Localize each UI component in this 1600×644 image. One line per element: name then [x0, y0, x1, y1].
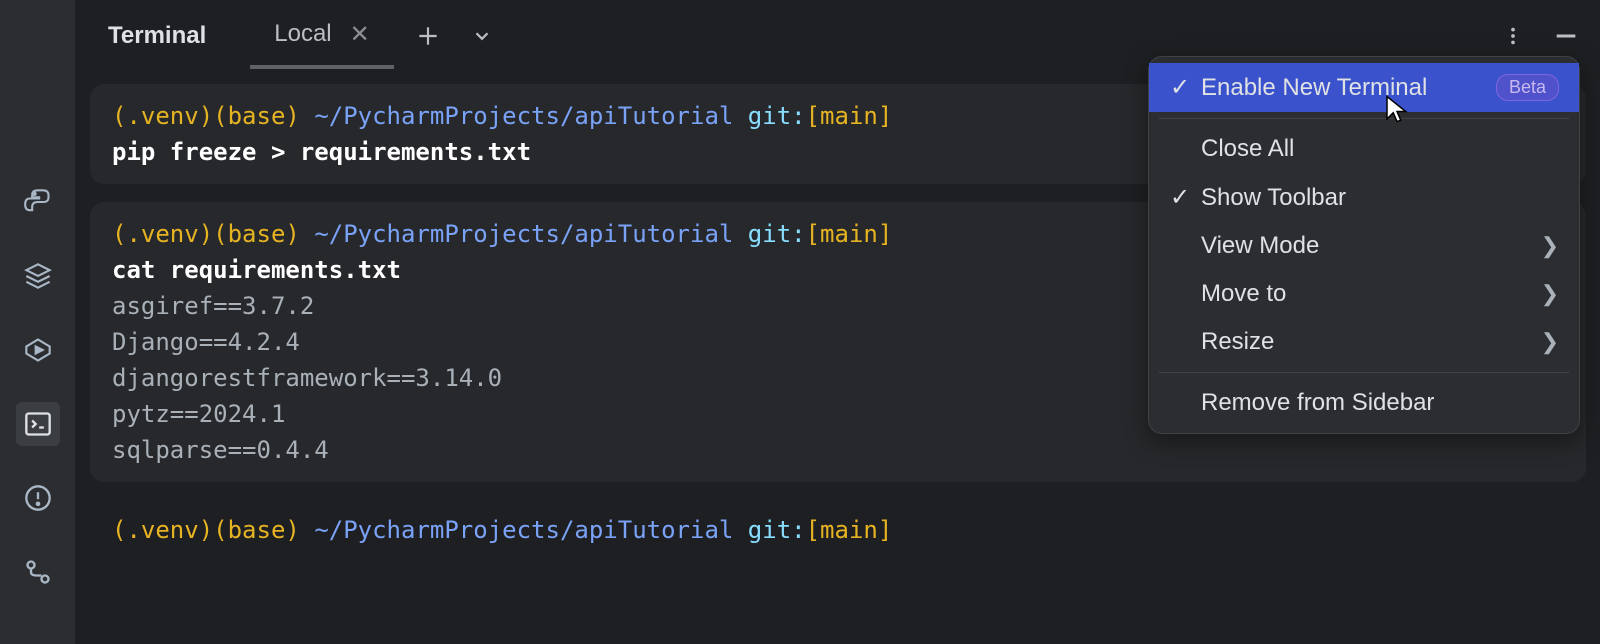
menu-show-toolbar[interactable]: ✓ Show Toolbar [1149, 173, 1579, 222]
terminal-tool-icon[interactable] [16, 402, 60, 446]
check-icon: ✓ [1163, 73, 1197, 102]
base-indicator: (base) [213, 516, 300, 544]
menu-label: Resize [1201, 328, 1537, 356]
menu-label: View Mode [1201, 232, 1537, 260]
chevron-down-icon[interactable] [464, 18, 500, 54]
menu-view-mode[interactable]: View Mode ❯ [1149, 222, 1579, 270]
menu-label: Remove from Sidebar [1201, 389, 1559, 417]
packages-icon[interactable] [16, 254, 60, 298]
base-indicator: (base) [213, 220, 300, 248]
active-prompt: (.venv)(base) ~/PycharmProjects/apiTutor… [90, 500, 1586, 548]
git-label: git: [748, 516, 806, 544]
check-icon: ✓ [1163, 183, 1197, 212]
menu-close-all[interactable]: Close All [1149, 125, 1579, 173]
chevron-right-icon: ❯ [1541, 233, 1559, 259]
more-options-icon[interactable] [1502, 25, 1524, 47]
cwd-path: ~/PycharmProjects/apiTutorial [314, 102, 733, 130]
new-tab-button[interactable] [410, 18, 446, 54]
venv-indicator: (.venv) [112, 102, 213, 130]
cwd-path: ~/PycharmProjects/apiTutorial [314, 220, 733, 248]
services-icon[interactable] [16, 328, 60, 372]
menu-remove-from-sidebar[interactable]: Remove from Sidebar [1149, 379, 1579, 427]
output-line: sqlparse==0.4.4 [112, 432, 1564, 468]
problems-icon[interactable] [16, 476, 60, 520]
minimize-icon[interactable] [1552, 22, 1580, 50]
menu-separator [1159, 118, 1569, 119]
python-console-icon[interactable] [16, 180, 60, 224]
tab-label: Local [274, 20, 331, 48]
git-branch: [main] [806, 220, 893, 248]
git-branch: [main] [806, 516, 893, 544]
chevron-right-icon: ❯ [1541, 329, 1559, 355]
beta-badge: Beta [1496, 74, 1559, 101]
panel-title: Terminal [94, 22, 220, 50]
git-label: git: [748, 220, 806, 248]
menu-resize[interactable]: Resize ❯ [1149, 318, 1579, 366]
base-indicator: (base) [213, 102, 300, 130]
venv-indicator: (.venv) [112, 516, 213, 544]
chevron-right-icon: ❯ [1541, 281, 1559, 307]
git-branch: [main] [806, 102, 893, 130]
menu-enable-new-terminal[interactable]: ✓ Enable New Terminal Beta [1149, 63, 1579, 112]
menu-move-to[interactable]: Move to ❯ [1149, 270, 1579, 318]
version-control-icon[interactable] [16, 550, 60, 594]
menu-separator [1159, 372, 1569, 373]
tool-sidebar [0, 0, 76, 644]
venv-indicator: (.venv) [112, 220, 213, 248]
tab-local[interactable]: Local ✕ [250, 4, 393, 69]
close-icon[interactable]: ✕ [350, 20, 370, 49]
menu-label: Close All [1201, 135, 1559, 163]
git-label: git: [748, 102, 806, 130]
menu-label: Move to [1201, 280, 1537, 308]
cwd-path: ~/PycharmProjects/apiTutorial [314, 516, 733, 544]
terminal-options-menu: ✓ Enable New Terminal Beta Close All ✓ S… [1148, 56, 1580, 434]
menu-label: Show Toolbar [1201, 184, 1559, 212]
menu-label: Enable New Terminal [1201, 74, 1484, 102]
